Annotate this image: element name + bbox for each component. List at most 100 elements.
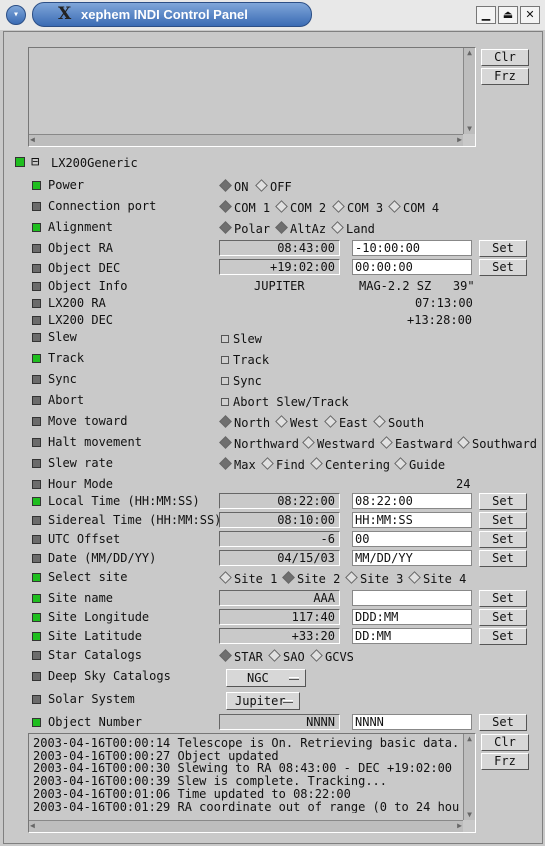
radio-on-icon [275,221,288,234]
log-lines: 2003-04-16T00:00:14 Telescope is On. Ret… [33,737,461,813]
log-freeze-button[interactable]: Frz [481,753,529,770]
west-radio[interactable]: West [275,415,319,430]
object-dec-input[interactable]: 00:00:00 [352,259,472,275]
track-checkbox[interactable]: Track [221,353,269,367]
slew-checkbox[interactable]: Slew [221,332,262,346]
altaz-radio[interactable]: AltAz [275,221,326,236]
southward-radio[interactable]: Southward [457,436,537,451]
maximize-button[interactable]: ⏏ [498,6,518,24]
sync-checkbox[interactable]: Sync [221,374,262,388]
sidereal-time-current: 08:10:00 [219,512,340,528]
option-menu-icon [283,700,293,703]
solar-system-menu[interactable]: Jupiter [226,692,300,710]
find-radio[interactable]: Find [261,457,305,472]
radio-off-icon [302,436,315,449]
polar-radio[interactable]: Polar [219,221,270,236]
site-name-set-button[interactable]: Set [479,590,527,607]
object-ra-set-button[interactable]: Set [479,240,527,257]
north-radio[interactable]: North [219,415,270,430]
log-clear-button[interactable]: Clr [481,734,529,751]
object-dec-set-button[interactable]: Set [479,259,527,276]
guide-radio[interactable]: Guide [394,457,445,472]
com1-radio[interactable]: COM 1 [219,200,270,215]
object-number-input[interactable]: NNNN [352,714,472,730]
site-latitude-set-button[interactable]: Set [479,628,527,645]
max-radio[interactable]: Max [219,457,256,472]
westward-radio[interactable]: Westward [302,436,375,451]
object-ra-current: 08:43:00 [219,240,340,256]
local-time-status-light [32,497,41,506]
com2-radio[interactable]: COM 2 [275,200,326,215]
site-longitude-status-light [32,613,41,622]
sidereal-time-input[interactable]: HH:MM:SS [352,512,472,528]
move-toward-label: Move toward [48,414,128,428]
track-status-light [32,354,41,363]
site-longitude-input[interactable]: DDD:MM [352,609,472,625]
object-info-label: Object Info [48,279,128,293]
star-radio[interactable]: STAR [219,649,263,664]
object-ra-input[interactable]: -10:00:00 [352,240,472,256]
local-time-input[interactable]: 08:22:00 [352,493,472,509]
east-radio[interactable]: East [324,415,368,430]
scroll-down-icon[interactable]: ▼ [464,124,475,134]
radio-off-icon [373,415,386,428]
window-menu-button[interactable]: ▾ [6,5,26,25]
minimize-icon: ▁ [481,8,491,21]
scroll-left-icon[interactable]: ◀ [30,821,35,831]
radio-off-icon [275,415,288,428]
deep-sky-label: Deep Sky Catalogs [48,669,171,683]
radio-off-icon [261,457,274,470]
gcvs-radio[interactable]: GCVS [310,649,354,664]
hour-mode-label: Hour Mode [48,477,114,491]
radio-off-icon [332,200,345,213]
utc-offset-set-button[interactable]: Set [479,531,527,548]
minimize-button[interactable]: ▁ [476,6,496,24]
radio-off-icon [310,457,323,470]
scroll-right-icon[interactable]: ▶ [457,135,462,145]
power-off-radio[interactable]: OFF [255,179,292,194]
freeze-button[interactable]: Frz [481,68,529,85]
log-hscrollbar[interactable]: ◀ ▶ [29,820,463,832]
scroll-up-icon[interactable]: ▲ [464,734,475,744]
site4-radio[interactable]: Site 4 [408,571,466,586]
power-on-radio[interactable]: ON [219,179,248,194]
site3-radio[interactable]: Site 3 [345,571,403,586]
centering-radio[interactable]: Centering [310,457,390,472]
scroll-right-icon[interactable]: ▶ [457,821,462,831]
com3-radio[interactable]: COM 3 [332,200,383,215]
object-number-set-button[interactable]: Set [479,714,527,731]
sidereal-time-set-button[interactable]: Set [479,512,527,529]
connection-port-label: Connection port [48,199,157,213]
scroll-up-icon[interactable]: ▲ [464,48,475,58]
site-name-current: AAA [219,590,340,606]
scroll-left-icon[interactable]: ◀ [30,135,35,145]
message-area: ▲ ▼ ◀ ▶ [28,47,476,147]
com4-radio[interactable]: COM 4 [388,200,439,215]
utc-offset-input[interactable]: 00 [352,531,472,547]
site2-radio[interactable]: Site 2 [282,571,340,586]
south-radio[interactable]: South [373,415,424,430]
site-latitude-input[interactable]: DD:MM [352,628,472,644]
deep-sky-menu[interactable]: NGC [226,669,306,687]
message-hscrollbar[interactable]: ◀ ▶ [29,134,463,146]
local-time-set-button[interactable]: Set [479,493,527,510]
date-status-light [32,554,41,563]
scroll-down-icon[interactable]: ▼ [464,810,475,820]
abort-checkbox[interactable]: Abort Slew/Track [221,395,349,409]
site-longitude-set-button[interactable]: Set [479,609,527,626]
site-name-input[interactable] [352,590,472,606]
eastward-radio[interactable]: Eastward [380,436,453,451]
northward-radio[interactable]: Northward [219,436,299,451]
collapse-toggle-icon[interactable]: ⊟ [31,154,39,170]
sao-radio[interactable]: SAO [268,649,305,664]
checkbox-icon [221,356,229,364]
message-vscrollbar[interactable]: ▲ ▼ [463,48,475,134]
close-button[interactable]: ✕ [520,6,540,24]
log-vscrollbar[interactable]: ▲ ▼ [463,734,475,820]
site1-radio[interactable]: Site 1 [219,571,277,586]
date-set-button[interactable]: Set [479,550,527,567]
clear-button[interactable]: Clr [481,49,529,66]
date-input[interactable]: MM/DD/YY [352,550,472,566]
radio-off-icon [268,649,281,662]
land-radio[interactable]: Land [331,221,375,236]
